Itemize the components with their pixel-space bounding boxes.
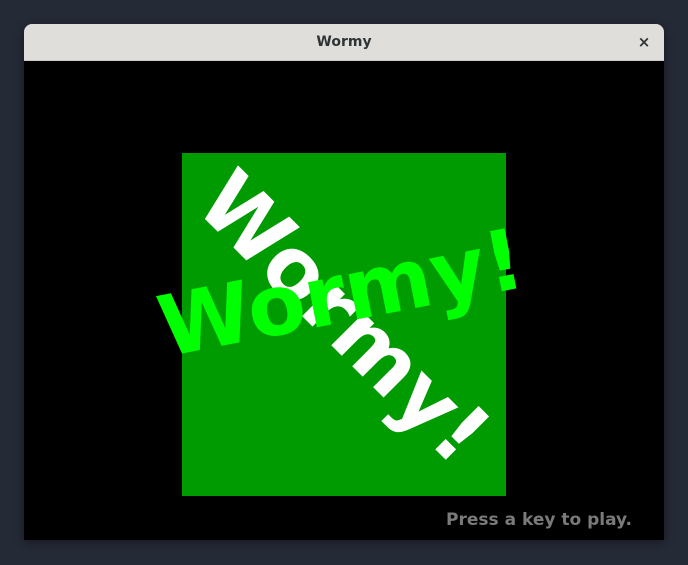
app-window: Wormy × Wormy! Wormy! Press a key to pla… — [24, 24, 664, 540]
close-button[interactable]: × — [632, 30, 656, 54]
game-canvas[interactable]: Wormy! Wormy! Press a key to play. — [24, 61, 664, 540]
window-title: Wormy — [316, 34, 372, 50]
press-key-prompt: Press a key to play. — [446, 510, 632, 530]
title-bar[interactable]: Wormy × — [24, 24, 664, 61]
